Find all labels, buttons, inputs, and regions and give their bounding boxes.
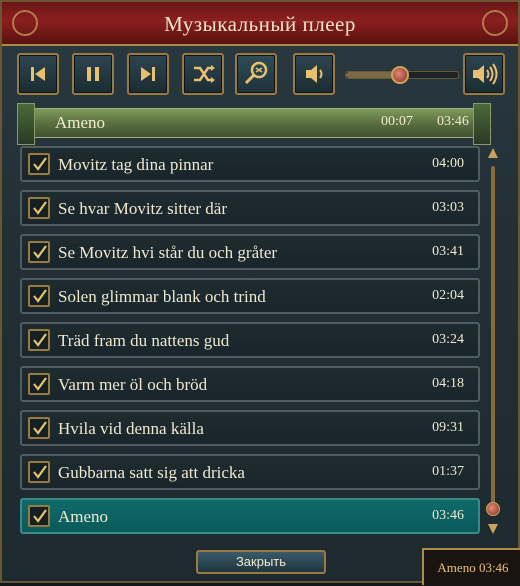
track-checkbox[interactable]	[28, 329, 50, 351]
playlist-row[interactable]: Hvila vid denna källa 09:31	[20, 410, 480, 446]
skip-back-icon	[31, 67, 45, 81]
title-bar[interactable]: Музыкальный плеер	[2, 2, 518, 46]
track-checkbox[interactable]	[28, 285, 50, 307]
track-duration: 03:03	[432, 200, 464, 215]
checkmark-icon	[33, 421, 47, 435]
track-title: Träd fram du nattens gud	[58, 331, 230, 350]
checkmark-icon	[33, 289, 47, 303]
skip-forward-icon	[141, 67, 155, 81]
checkmark-icon	[33, 201, 47, 215]
checkmark-icon	[33, 333, 47, 347]
volume-down-button[interactable]	[293, 53, 335, 95]
track-checkbox[interactable]	[28, 505, 50, 527]
now-playing-title: Ameno	[55, 113, 106, 132]
scroll-track[interactable]	[491, 166, 495, 512]
playlist-scrollbar[interactable]	[486, 146, 500, 536]
volume-slider-knob[interactable]	[390, 66, 409, 84]
playlist: Movitz tag dina pinnar 04:00 Se hvar Movit…	[20, 146, 482, 538]
playlist-row[interactable]: Gubbarna satt sig att dricka 01:37	[20, 454, 480, 490]
track-checkbox[interactable]	[28, 241, 50, 263]
playlist-row[interactable]: Movitz tag dina pinnar 04:00	[20, 146, 480, 182]
shuffle-icon	[194, 65, 215, 83]
now-playing-bar: Ameno 00:07 03:46	[17, 103, 491, 145]
track-duration: 03:41	[432, 244, 464, 259]
pause-button[interactable]	[72, 53, 114, 95]
track-title: Se hvar Movitz sitter där	[58, 199, 228, 218]
track-checkbox[interactable]	[28, 417, 50, 439]
checkmark-icon	[33, 465, 47, 479]
track-duration: 01:37	[432, 464, 464, 479]
checkmark-icon	[33, 245, 47, 259]
track-duration: 03:46	[432, 508, 464, 523]
scroll-down-icon[interactable]	[486, 522, 500, 536]
checkmark-icon	[33, 157, 47, 171]
speaker-high-icon	[473, 63, 498, 85]
volume-up-button[interactable]	[463, 53, 505, 95]
now-playing-duration: 03:46	[437, 114, 469, 129]
previous-button[interactable]	[17, 53, 59, 95]
checkmark-icon	[33, 377, 47, 391]
track-checkbox[interactable]	[28, 373, 50, 395]
track-title: Solen glimmar blank och trind	[58, 287, 266, 306]
playlist-row[interactable]: Varm mer öl och bröd 04:18	[20, 366, 480, 402]
track-title: Hvila vid denna källa	[58, 419, 204, 438]
track-duration: 09:31	[432, 420, 464, 435]
music-player-window: Музыкальный плеер Ameno 00:07 03:46 Movi…	[0, 0, 520, 585]
next-button[interactable]	[127, 53, 169, 95]
volume-slider[interactable]	[345, 66, 459, 84]
track-checkbox[interactable]	[28, 461, 50, 483]
track-title: Ameno	[58, 507, 109, 526]
pause-icon	[87, 67, 99, 81]
track-title: Gubbarna satt sig att dricka	[58, 463, 245, 482]
playlist-row[interactable]: Se hvar Movitz sitter där 03:03	[20, 190, 480, 226]
playlist-row[interactable]: Se Movitz hvi står du och gråter 03:41	[20, 234, 480, 270]
checkmark-icon	[33, 509, 47, 523]
toolbar	[17, 53, 507, 99]
magnifier-icon	[244, 61, 268, 85]
track-duration: 03:24	[432, 332, 464, 347]
track-duration: 04:00	[432, 156, 464, 171]
scroll-up-icon[interactable]	[486, 146, 500, 160]
shuffle-button[interactable]	[182, 53, 224, 95]
track-title: Se Movitz hvi står du och gråter	[58, 243, 278, 262]
banner-ornament-icon	[17, 103, 35, 145]
track-checkbox[interactable]	[28, 197, 50, 219]
playlist-row[interactable]: Träd fram du nattens gud 03:24	[20, 322, 480, 358]
now-playing-elapsed: 00:07	[381, 114, 413, 129]
scroll-thumb[interactable]	[486, 502, 500, 516]
playlist-row[interactable]: Solen glimmar blank och trind 02:04	[20, 278, 480, 314]
track-checkbox[interactable]	[28, 153, 50, 175]
now-playing-status: Ameno 03:46	[422, 548, 520, 585]
track-duration: 04:18	[432, 376, 464, 391]
window-title: Музыкальный плеер	[164, 12, 356, 36]
speaker-low-icon	[306, 65, 323, 83]
playlist-row[interactable]: Ameno 03:46	[20, 498, 480, 534]
search-button[interactable]	[235, 53, 277, 95]
banner-ornament-icon	[473, 103, 491, 145]
track-title: Varm mer öl och bröd	[58, 375, 208, 394]
track-duration: 02:04	[432, 288, 464, 303]
track-title: Movitz tag dina pinnar	[58, 155, 214, 174]
close-button[interactable]: Закрыть	[196, 550, 326, 574]
